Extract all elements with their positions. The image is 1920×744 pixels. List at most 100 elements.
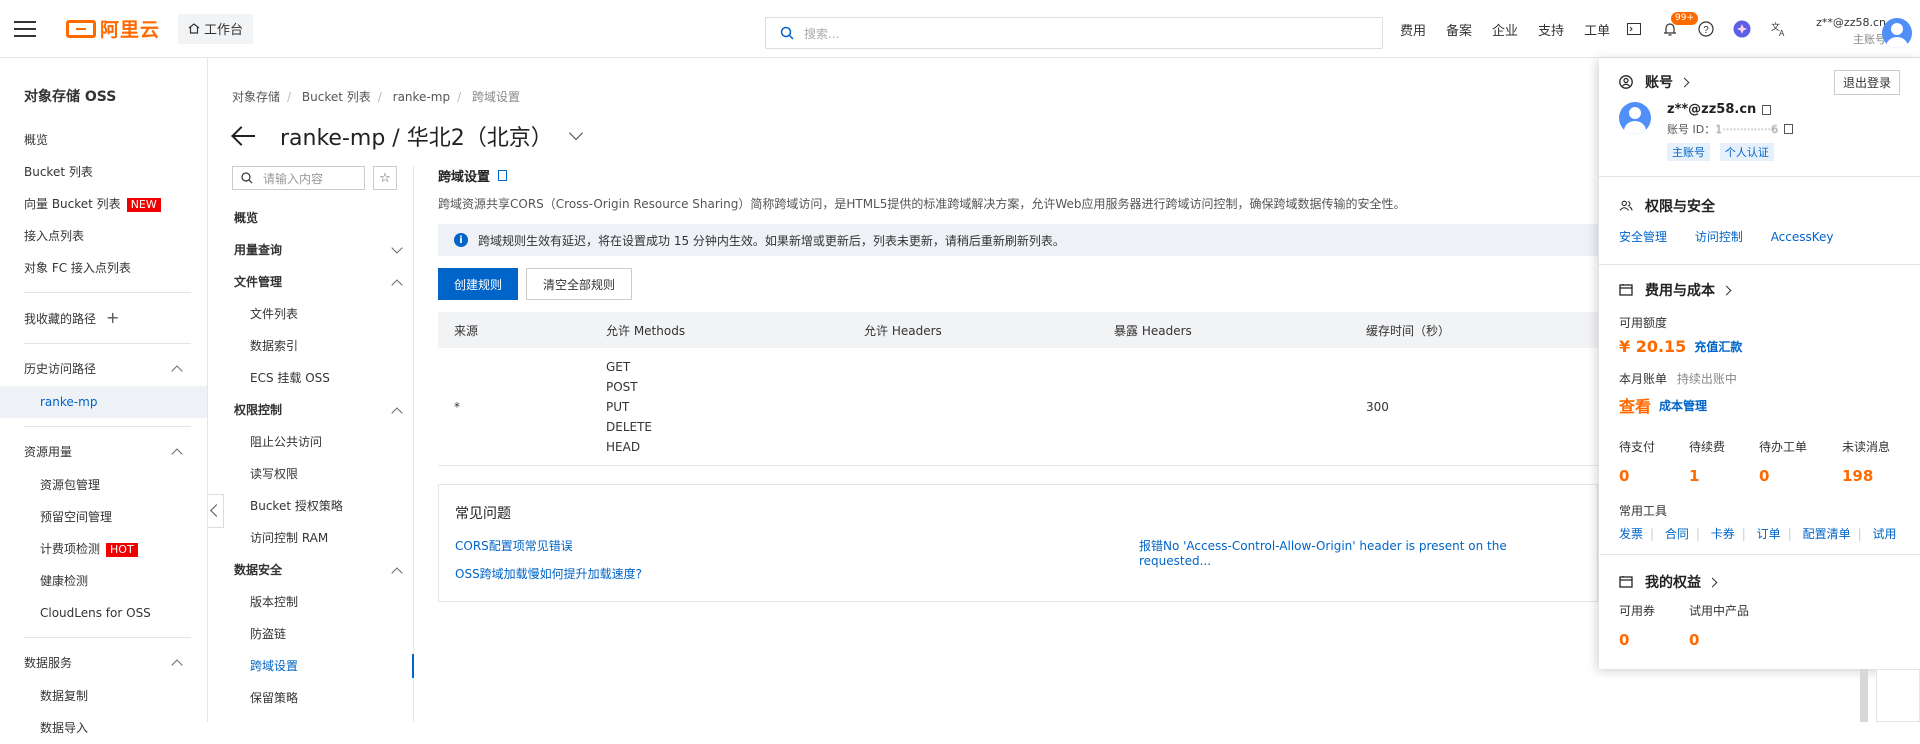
bucket-switch-chevron-icon[interactable] xyxy=(568,125,583,141)
cost-header[interactable]: 费用与成本 xyxy=(1619,280,1900,300)
menu-icon[interactable] xyxy=(0,0,50,58)
ai-assistant-icon[interactable] xyxy=(1724,0,1760,58)
sidebar-item-access-points[interactable]: 接入点列表 xyxy=(0,220,207,252)
link-security-mgmt[interactable]: 安全管理 xyxy=(1619,230,1667,244)
breadcrumb-bucket[interactable]: ranke-mp xyxy=(393,90,450,104)
subnav-hotlink[interactable]: 防盗链 xyxy=(232,618,413,650)
subnav-retention[interactable]: 保留策略 xyxy=(232,682,413,714)
sidebar-item-overview[interactable]: 概览 xyxy=(0,124,207,156)
sidebar-item-data-import[interactable]: 数据导入 xyxy=(0,712,207,744)
subnav-perm[interactable]: 权限控制 xyxy=(232,394,413,426)
stat-pending-tickets[interactable]: 待办工单 0 xyxy=(1759,438,1807,485)
top-link-enterprise[interactable]: 企业 xyxy=(1492,20,1518,39)
logout-button[interactable]: 退出登录 xyxy=(1833,70,1900,95)
subnav-overview[interactable]: 概览 xyxy=(232,202,413,234)
workbench-button[interactable]: 工作台 xyxy=(178,13,254,44)
subnav-cors[interactable]: 跨域设置 xyxy=(232,650,414,682)
document-icon[interactable] xyxy=(498,170,508,181)
terminal-icon[interactable] xyxy=(1616,0,1652,58)
tool-config-list[interactable]: 配置清单 xyxy=(1803,527,1851,541)
sidebar-item-cloudlens[interactable]: CloudLens for OSS xyxy=(0,597,207,629)
faq-link-allow-origin[interactable]: 报错No 'Access-Control-Allow-Origin' heade… xyxy=(1139,537,1581,568)
subnav-file-list[interactable]: 文件列表 xyxy=(232,298,413,330)
star-icon[interactable]: ☆ xyxy=(373,166,397,190)
faq-link-speed[interactable]: OSS跨域加载慢如何提升加载速度? xyxy=(455,565,642,582)
method-item: POST xyxy=(606,379,638,394)
back-arrow-icon[interactable] xyxy=(232,126,258,146)
tool-trial[interactable]: 试用 xyxy=(1872,527,1896,541)
link-access-control[interactable]: 访问控制 xyxy=(1695,230,1743,244)
sidebar-collapse-button[interactable] xyxy=(208,494,224,528)
stat-pending-pay[interactable]: 待支付 0 xyxy=(1619,438,1655,485)
scrollbar[interactable] xyxy=(1860,669,1868,722)
top-link-icp[interactable]: 备案 xyxy=(1446,20,1472,39)
copy-icon[interactable] xyxy=(1762,104,1772,115)
subnav-block-public[interactable]: 阻止公共访问 xyxy=(232,426,413,458)
bell-icon[interactable]: 99+ xyxy=(1652,0,1698,58)
sidebar-divider xyxy=(24,637,191,638)
sidebar-item-vector-bucket[interactable]: 向量 Bucket 列表 NEW xyxy=(0,188,207,220)
user-avatar[interactable] xyxy=(1882,18,1912,48)
bill-status: 持续出账中 xyxy=(1676,372,1737,386)
home-icon xyxy=(188,23,200,34)
top-icons: 99+ ? 文A xyxy=(1616,0,1796,58)
link-accesskey[interactable]: AccessKey xyxy=(1771,230,1834,244)
top-link-ticket[interactable]: 工单 xyxy=(1584,20,1610,39)
user-info[interactable]: z**@zz58.cn 主账号 xyxy=(1800,14,1886,48)
sidebar-item-health-check[interactable]: 健康检测 xyxy=(0,565,207,597)
global-search-input[interactable]: 搜索... xyxy=(765,17,1383,49)
sidebar-resource-group[interactable]: 资源用量 xyxy=(0,435,207,469)
side-toolbar-widget[interactable] xyxy=(1876,669,1920,722)
breadcrumb-oss[interactable]: 对象存储 xyxy=(232,90,280,104)
top-link-support[interactable]: 支持 xyxy=(1538,20,1564,39)
gift-icon xyxy=(1619,576,1633,588)
tool-order[interactable]: 订单 xyxy=(1757,527,1781,541)
subnav-bucket-policy[interactable]: Bucket 授权策略 xyxy=(232,490,413,522)
cost-mgmt-link[interactable]: 成本管理 xyxy=(1659,397,1707,414)
benefits-header[interactable]: 我的权益 xyxy=(1619,572,1900,592)
subnav-versioning[interactable]: 版本控制 xyxy=(232,586,413,618)
sidebar-item-fc-access-points[interactable]: 对象 FC 接入点列表 xyxy=(0,252,207,284)
tool-coupon[interactable]: 卡券 xyxy=(1711,527,1735,541)
sidebar-item-resource-pack[interactable]: 资源包管理 xyxy=(0,469,207,501)
subnav-data-index[interactable]: 数据索引 xyxy=(232,330,413,362)
create-rule-button[interactable]: 创建规则 xyxy=(438,268,519,300)
benefit-coupons[interactable]: 可用券 0 xyxy=(1619,602,1655,649)
faq-link-cors-errors[interactable]: CORS配置项常见错误 xyxy=(455,537,573,554)
sidebar-data-service-group[interactable]: 数据服务 xyxy=(0,646,207,680)
translate-icon[interactable]: 文A xyxy=(1760,0,1796,58)
benefit-trial-products[interactable]: 试用中产品 0 xyxy=(1689,602,1749,649)
tool-contract[interactable]: 合同 xyxy=(1665,527,1689,541)
subnav-file-mgmt[interactable]: 文件管理 xyxy=(232,266,413,298)
tool-invoice[interactable]: 发票 xyxy=(1619,527,1643,541)
user-circle-icon xyxy=(1619,75,1633,89)
stat-unread-messages[interactable]: 未读消息 198 xyxy=(1842,438,1890,485)
sidebar-item-data-replication[interactable]: 数据复制 xyxy=(0,680,207,712)
col-max-age: 缓存时间（秒） xyxy=(1366,323,1451,338)
recharge-link[interactable]: 充值汇款 xyxy=(1694,338,1742,355)
sidebar-history-group[interactable]: 历史访问路径 xyxy=(0,352,207,386)
sidebar-item-billing-check[interactable]: 计费项检测 HOT xyxy=(0,533,207,565)
subnav-rw-perm[interactable]: 读写权限 xyxy=(232,458,413,490)
add-icon[interactable]: + xyxy=(106,308,119,327)
personal-verify-tag[interactable]: 个人认证 xyxy=(1719,143,1774,161)
subnav-ram[interactable]: 访问控制 RAM xyxy=(232,522,413,554)
subnav-ecs-mount[interactable]: ECS 挂载 OSS xyxy=(232,362,413,394)
chevron-up-icon xyxy=(171,659,183,671)
sidebar-item-ranke-mp[interactable]: ranke-mp xyxy=(0,386,207,418)
view-bill-link[interactable]: 查看 xyxy=(1619,393,1651,417)
help-icon[interactable]: ? xyxy=(1688,0,1724,58)
copy-icon[interactable] xyxy=(1784,124,1794,134)
subnav-usage[interactable]: 用量查询 xyxy=(232,234,413,266)
sidebar-item-bucket-list[interactable]: Bucket 列表 xyxy=(0,156,207,188)
breadcrumb-bucket-list[interactable]: Bucket 列表 xyxy=(302,90,371,104)
subnav-security[interactable]: 数据安全 xyxy=(232,554,413,586)
clear-rules-button[interactable]: 清空全部规则 xyxy=(526,268,633,300)
sidebar-favorites[interactable]: 我收藏的路径 + xyxy=(0,301,207,335)
aliyun-logo[interactable]: 阿里云 xyxy=(66,15,160,42)
panel-divider xyxy=(1599,176,1920,177)
subnav-search-input[interactable]: 请输入内容 xyxy=(232,166,365,190)
stat-pending-renew[interactable]: 待续费 1 xyxy=(1689,438,1725,485)
sidebar-item-reserved-space[interactable]: 预留空间管理 xyxy=(0,501,207,533)
top-link-fee[interactable]: 费用 xyxy=(1400,20,1426,39)
